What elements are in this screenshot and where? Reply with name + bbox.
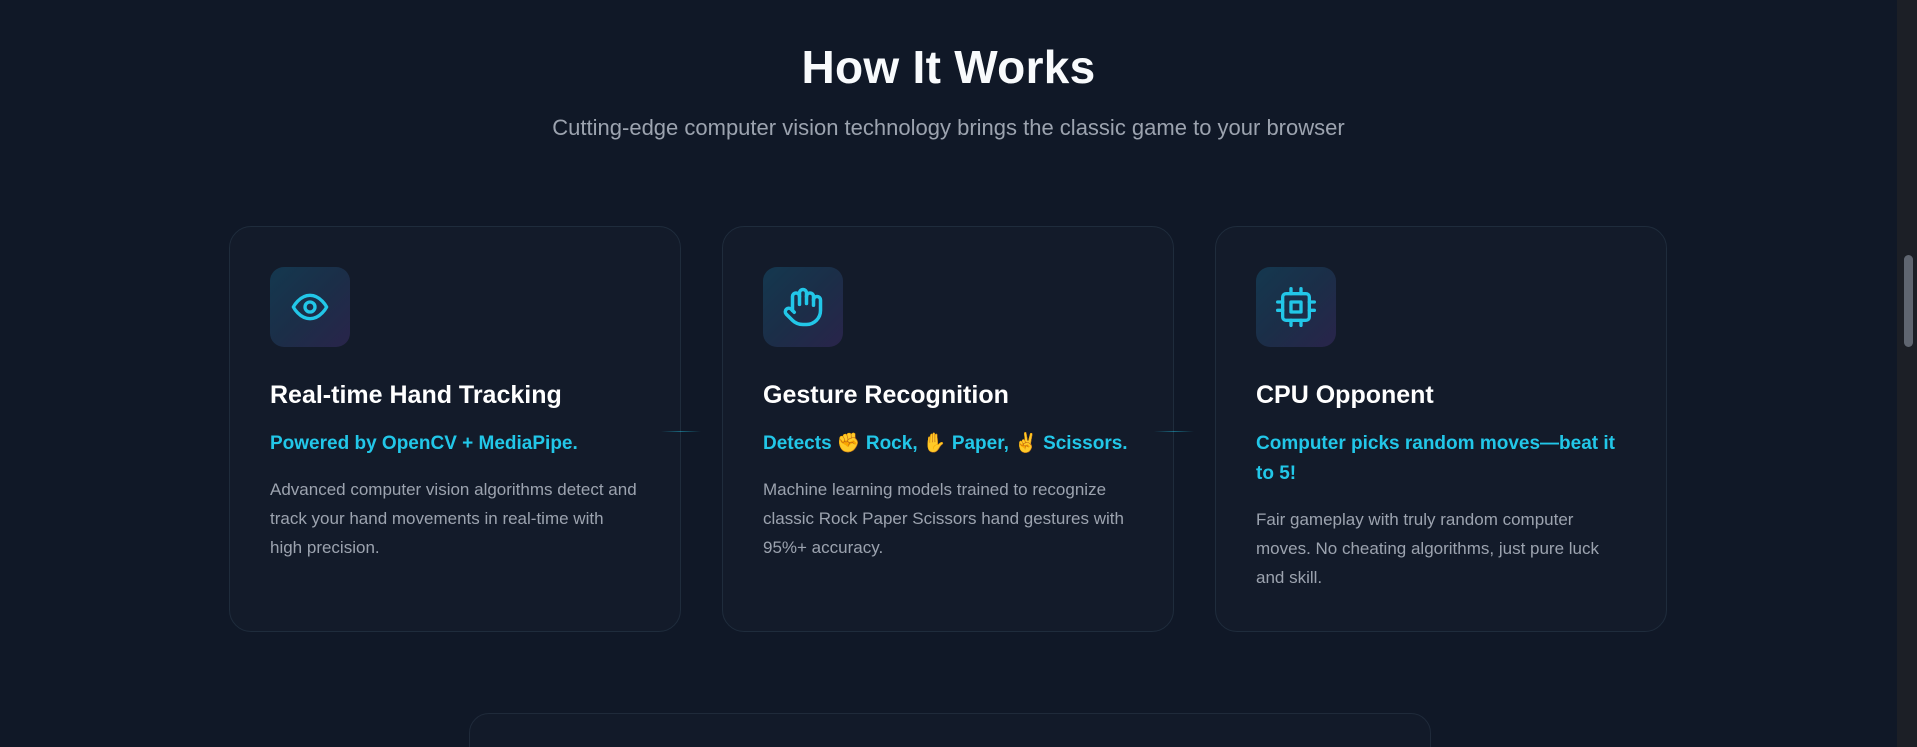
page-scrollbar[interactable] (1897, 0, 1917, 747)
card-connector-line (661, 431, 701, 432)
card-connector-line (1154, 431, 1194, 432)
card-title: CPU Opponent (1256, 381, 1434, 409)
card-description: Machine learning models trained to recog… (763, 480, 1124, 557)
card-highlight: Detects ✊ Rock, ✋ Paper, ✌️ Scissors. (763, 433, 1128, 454)
cpu-icon (1256, 267, 1336, 347)
card-title: Real-time Hand Tracking (270, 381, 562, 409)
feature-card-hand-tracking: Real-time Hand Tracking Powered by OpenC… (229, 226, 681, 632)
feature-card-cpu-opponent: CPU Opponent Computer picks random moves… (1215, 226, 1667, 632)
card-highlight: Computer picks random moves—beat it to 5… (1256, 433, 1615, 484)
card-highlight: Powered by OpenCV + MediaPipe. (270, 433, 578, 454)
feature-card-gesture-recognition: Gesture Recognition Detects ✊ Rock, ✋ Pa… (722, 226, 1174, 632)
how-it-works-section: How It Works Cutting-edge computer visio… (0, 0, 1917, 747)
hand-icon (763, 267, 843, 347)
section-title: How It Works (801, 41, 1096, 93)
card-description: Advanced computer vision algorithms dete… (270, 480, 637, 557)
next-section-panel (469, 713, 1431, 747)
card-description: Fair gameplay with truly random computer… (1256, 510, 1599, 587)
card-title: Gesture Recognition (763, 381, 1009, 409)
eye-icon (270, 267, 350, 347)
section-subtitle: Cutting-edge computer vision technology … (552, 115, 1345, 140)
scrollbar-thumb[interactable] (1904, 255, 1913, 347)
